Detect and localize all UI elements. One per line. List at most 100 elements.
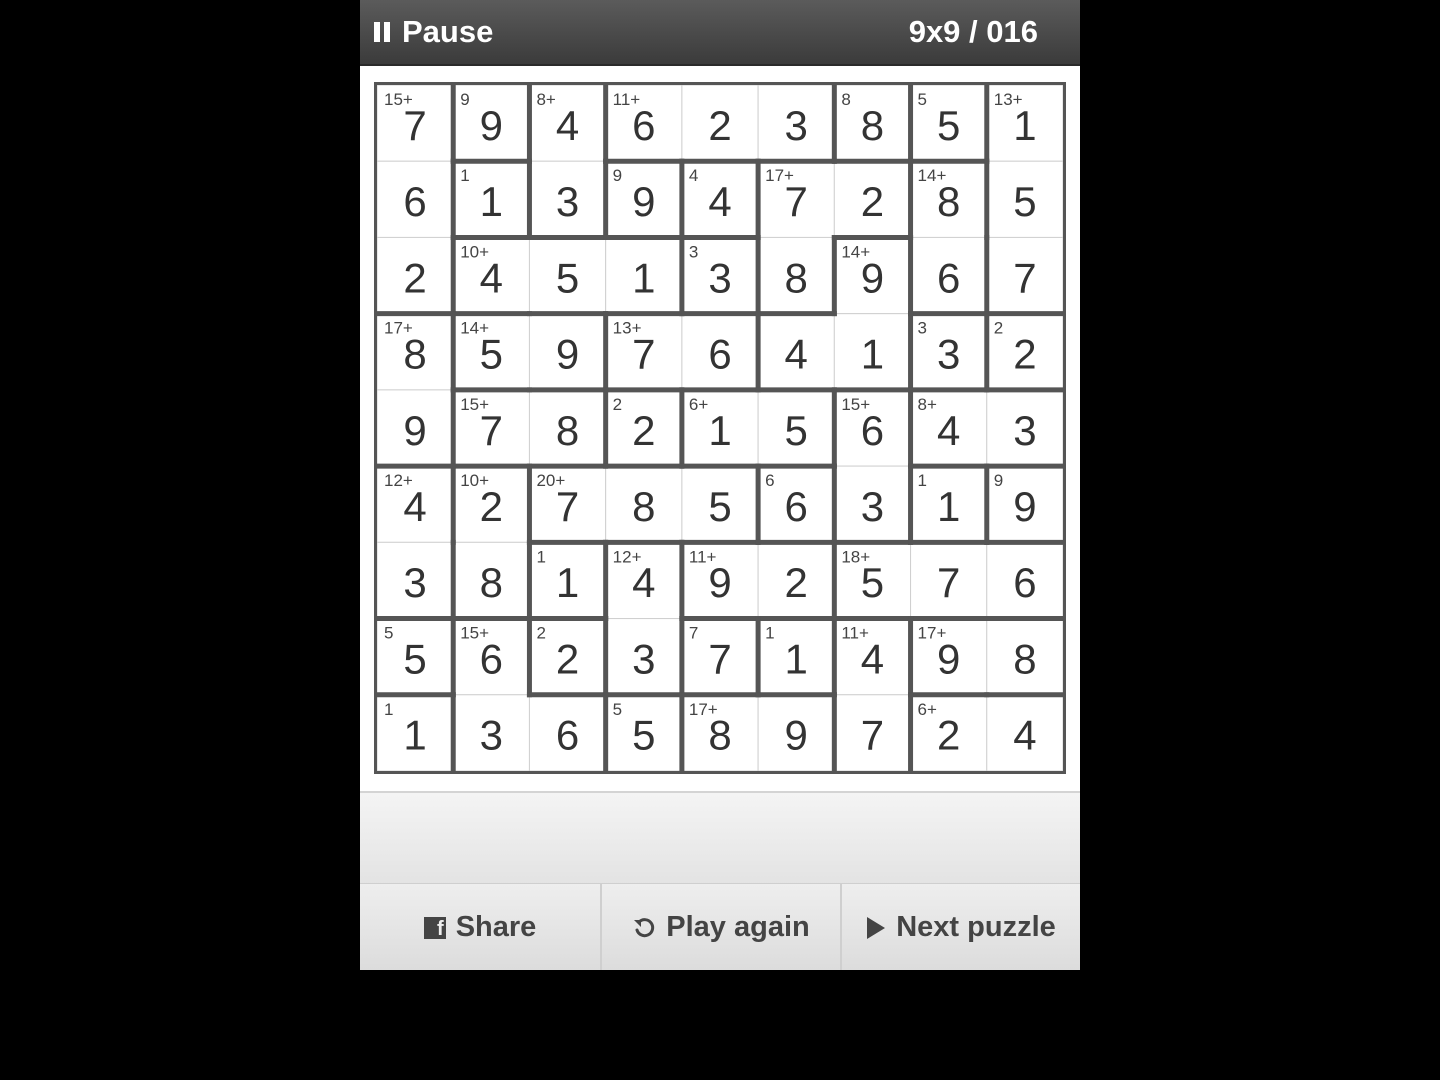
board-cell[interactable]: 6 [377,160,454,238]
board-cell[interactable]: 1 [605,236,683,315]
board-cell[interactable]: 8 [605,465,683,543]
board-cell[interactable]: 3 [377,541,454,620]
board-cell[interactable]: 5 [757,389,835,467]
cage-clue: 1 [918,471,927,490]
board-cell[interactable]: 7 [910,541,988,620]
board-cell[interactable]: 7 [986,236,1063,315]
play-icon [866,916,886,940]
cage-clue: 15+ [460,624,489,643]
cage-clue: 12+ [613,547,642,566]
board-cell[interactable]: 3 [452,694,530,771]
cell-value: 9 [632,178,655,225]
board-cell[interactable]: 6 [910,236,988,315]
cell-value: 1 [937,483,960,530]
board-cell[interactable]: 6 [986,541,1063,620]
cell-value: 9 [480,102,503,149]
cell-value: 3 [861,483,884,530]
board-cell[interactable]: 6 [681,313,759,391]
board-cell[interactable]: 5 [528,236,607,315]
top-bar: Pause 9x9 / 016 [360,0,1080,66]
cell-value: 1 [480,178,503,225]
cell-value: 5 [785,407,808,454]
cell-value: 3 [556,178,579,225]
cell-value: 2 [785,559,808,606]
board-cell[interactable]: 8 [528,389,607,467]
cell-value: 4 [937,407,960,454]
share-label: Share [455,911,537,943]
cage-clue: 2 [536,624,545,643]
cage-clue: 10+ [460,471,489,490]
pause-label: Pause [402,14,494,49]
board-cell[interactable]: 5 [986,160,1063,238]
cage-clue: 6+ [918,700,937,719]
cage-clue: 9 [613,166,622,185]
cell-value: 1 [861,331,884,378]
cell-value: 2 [556,635,579,682]
cage-clue: 2 [613,395,622,414]
cage-clue: 13+ [613,319,642,338]
cage-clue: 6 [765,471,774,490]
board-cell[interactable]: 3 [986,389,1063,467]
board-cell[interactable]: 3 [605,618,683,696]
cage-clue: 2 [994,319,1003,338]
cell-value: 8 [1013,635,1036,682]
cage-clue: 1 [384,700,393,719]
share-button[interactable]: f Share [360,884,600,970]
board-cell[interactable]: 9 [377,389,454,467]
cell-value: 1 [403,712,426,759]
cage-clue: 15+ [841,395,870,414]
pause-button[interactable]: Pause [374,10,493,54]
cell-value: 4 [785,331,808,378]
cell-value: 2 [403,254,426,301]
board-cell[interactable]: 8 [757,236,835,315]
board-cell[interactable]: 2 [757,541,835,620]
kenken-board: 7946238516139472852451389678597641329782… [374,82,1066,774]
board-cell[interactable]: 8 [986,618,1063,696]
cell-value: 6 [708,331,731,378]
board-cell[interactable]: 1 [833,313,912,391]
board-cell[interactable]: 3 [528,160,607,238]
play-again-label: Play again [666,911,810,943]
cell-value: 2 [1013,331,1036,378]
cell-value: 7 [861,712,884,759]
cell-value: 5 [403,635,426,682]
play-again-button[interactable]: Play again [600,884,840,970]
board-cell[interactable]: 4 [757,313,835,391]
board-cell[interactable]: 3 [757,85,835,162]
cage-clue: 15+ [460,395,489,414]
board-grid: 7 9 4 6 2 3 8 5 16 1 3 9 4 7 2 8 52 4 5 1 3 8 9 6 78 5 9 7 6 4 1 3 29 7 8 2… [377,85,1063,771]
cell-value: 6 [403,178,426,225]
cell-value: 1 [708,407,731,454]
board-cell[interactable]: 2 [833,160,912,238]
cell-value: 9 [1013,483,1036,530]
next-puzzle-button[interactable]: Next puzzle [840,884,1080,970]
board-cell[interactable]: 9 [528,313,607,391]
board-cell[interactable]: 5 [681,465,759,543]
board-cell[interactable]: 2 [377,236,454,315]
board-cell[interactable]: 4 [986,694,1063,771]
cell-value: 7 [708,635,731,682]
cell-value: 8 [632,483,655,530]
cell-value: 6 [937,254,960,301]
cage-clue: 11+ [841,624,869,643]
cell-value: 8 [785,254,808,301]
board-cell[interactable]: 7 [833,694,912,771]
cell-value: 2 [861,178,884,225]
board-cell[interactable]: 8 [452,541,530,620]
cage-clue: 15+ [384,90,413,109]
cage-clue: 9 [460,90,469,109]
board-cell[interactable]: 9 [757,694,835,771]
cage-clue: 17+ [765,166,794,185]
cage-clue: 6+ [689,395,708,414]
cell-value: 5 [632,712,655,759]
cell-value: 1 [556,559,579,606]
cage-clue: 11+ [613,90,641,109]
board-cell[interactable]: 6 [528,694,607,771]
cage-clue: 12+ [384,471,413,490]
cage-clue: 13+ [994,90,1023,109]
cage-clue: 17+ [689,700,718,719]
cage-clue: 18+ [841,547,870,566]
board-cell[interactable]: 3 [833,465,912,543]
board-cell[interactable]: 2 [681,85,759,162]
cell-value: 3 [785,102,808,149]
